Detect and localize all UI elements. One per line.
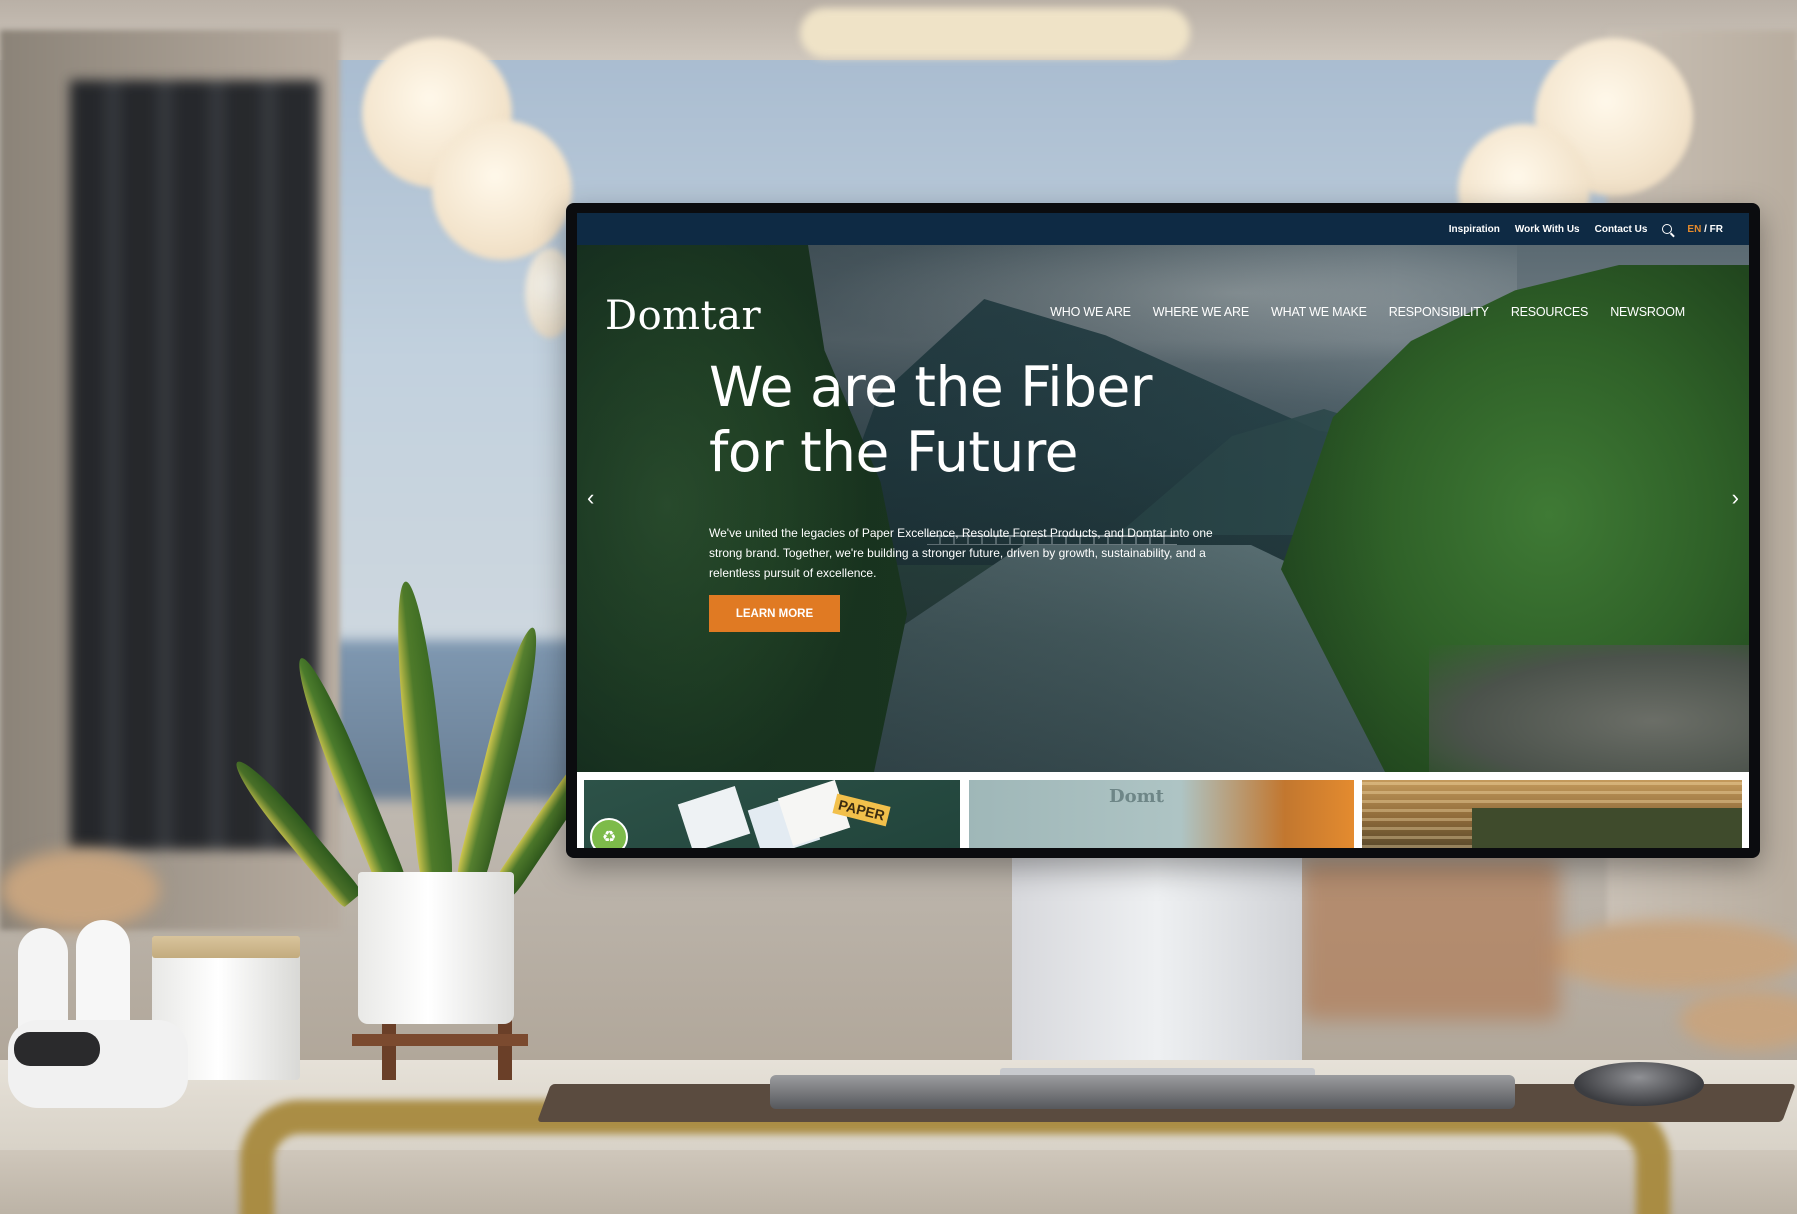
nav-newsroom[interactable]: NEWSROOM — [1610, 305, 1685, 319]
main-nav: WHO WE ARE WHERE WE ARE WHAT WE MAKE RES… — [1050, 305, 1685, 319]
vr-headset — [8, 920, 188, 1108]
nav-where-we-are[interactable]: WHERE WE ARE — [1153, 305, 1249, 319]
background-table — [1545, 920, 1797, 990]
jar-lid — [152, 936, 300, 958]
nav-what-we-make[interactable]: WHAT WE MAKE — [1271, 305, 1367, 319]
search-icon[interactable] — [1662, 224, 1673, 234]
feature-card-people[interactable]: Domt — [969, 780, 1354, 848]
background-table — [1680, 990, 1797, 1050]
lang-separator: / — [1701, 223, 1710, 235]
nav-responsibility[interactable]: RESPONSIBILITY — [1389, 305, 1489, 319]
hero-description: We've united the legacies of Paper Excel… — [709, 526, 1213, 580]
hero-title: We are the Fiber for the Future — [709, 355, 1229, 485]
learn-more-button[interactable]: LEARN MORE — [709, 595, 840, 632]
domtar-logo[interactable]: Domtar — [605, 293, 761, 339]
pendant-lamp — [432, 120, 572, 260]
background-table — [0, 850, 160, 930]
chevron-left-icon[interactable]: ‹ — [587, 485, 594, 511]
language-switcher: EN / FR — [1687, 224, 1723, 235]
utility-link-contact-us[interactable]: Contact Us — [1595, 224, 1648, 235]
monitor-stand — [1012, 850, 1302, 1076]
feature-cards: PAPER ♻ Domt — [577, 772, 1749, 848]
recycle-badge-icon: ♻ — [590, 818, 628, 848]
utility-link-inspiration[interactable]: Inspiration — [1449, 224, 1500, 235]
chevron-right-icon[interactable]: › — [1732, 485, 1739, 511]
feature-card-paper[interactable]: PAPER ♻ — [584, 780, 960, 848]
hero-title-line1: We are the Fiber — [709, 355, 1152, 419]
utility-link-work-with-us[interactable]: Work With Us — [1515, 224, 1580, 235]
mouse — [1574, 1062, 1704, 1106]
utility-bar: Inspiration Work With Us Contact Us EN /… — [577, 213, 1749, 245]
feature-card-lumber[interactable] — [1362, 780, 1742, 848]
background-chairs — [1300, 860, 1560, 1020]
hero-banner: Domtar WHO WE ARE WHERE WE ARE WHAT WE M… — [577, 245, 1749, 772]
nav-resources[interactable]: RESOURCES — [1511, 305, 1589, 319]
hero-title-line2: for the Future — [709, 420, 1079, 484]
shirt-print: Domt — [1109, 786, 1164, 807]
keyboard — [770, 1075, 1515, 1109]
pot-stand-bar — [352, 1034, 528, 1046]
curtain — [70, 80, 320, 850]
nav-who-we-are[interactable]: WHO WE ARE — [1050, 305, 1131, 319]
plant-pot — [358, 872, 514, 1024]
lang-en[interactable]: EN — [1687, 224, 1701, 235]
lang-fr[interactable]: FR — [1710, 224, 1723, 235]
monitor-screen: Inspiration Work With Us Contact Us EN /… — [577, 213, 1749, 848]
ceiling-light — [800, 8, 1190, 58]
